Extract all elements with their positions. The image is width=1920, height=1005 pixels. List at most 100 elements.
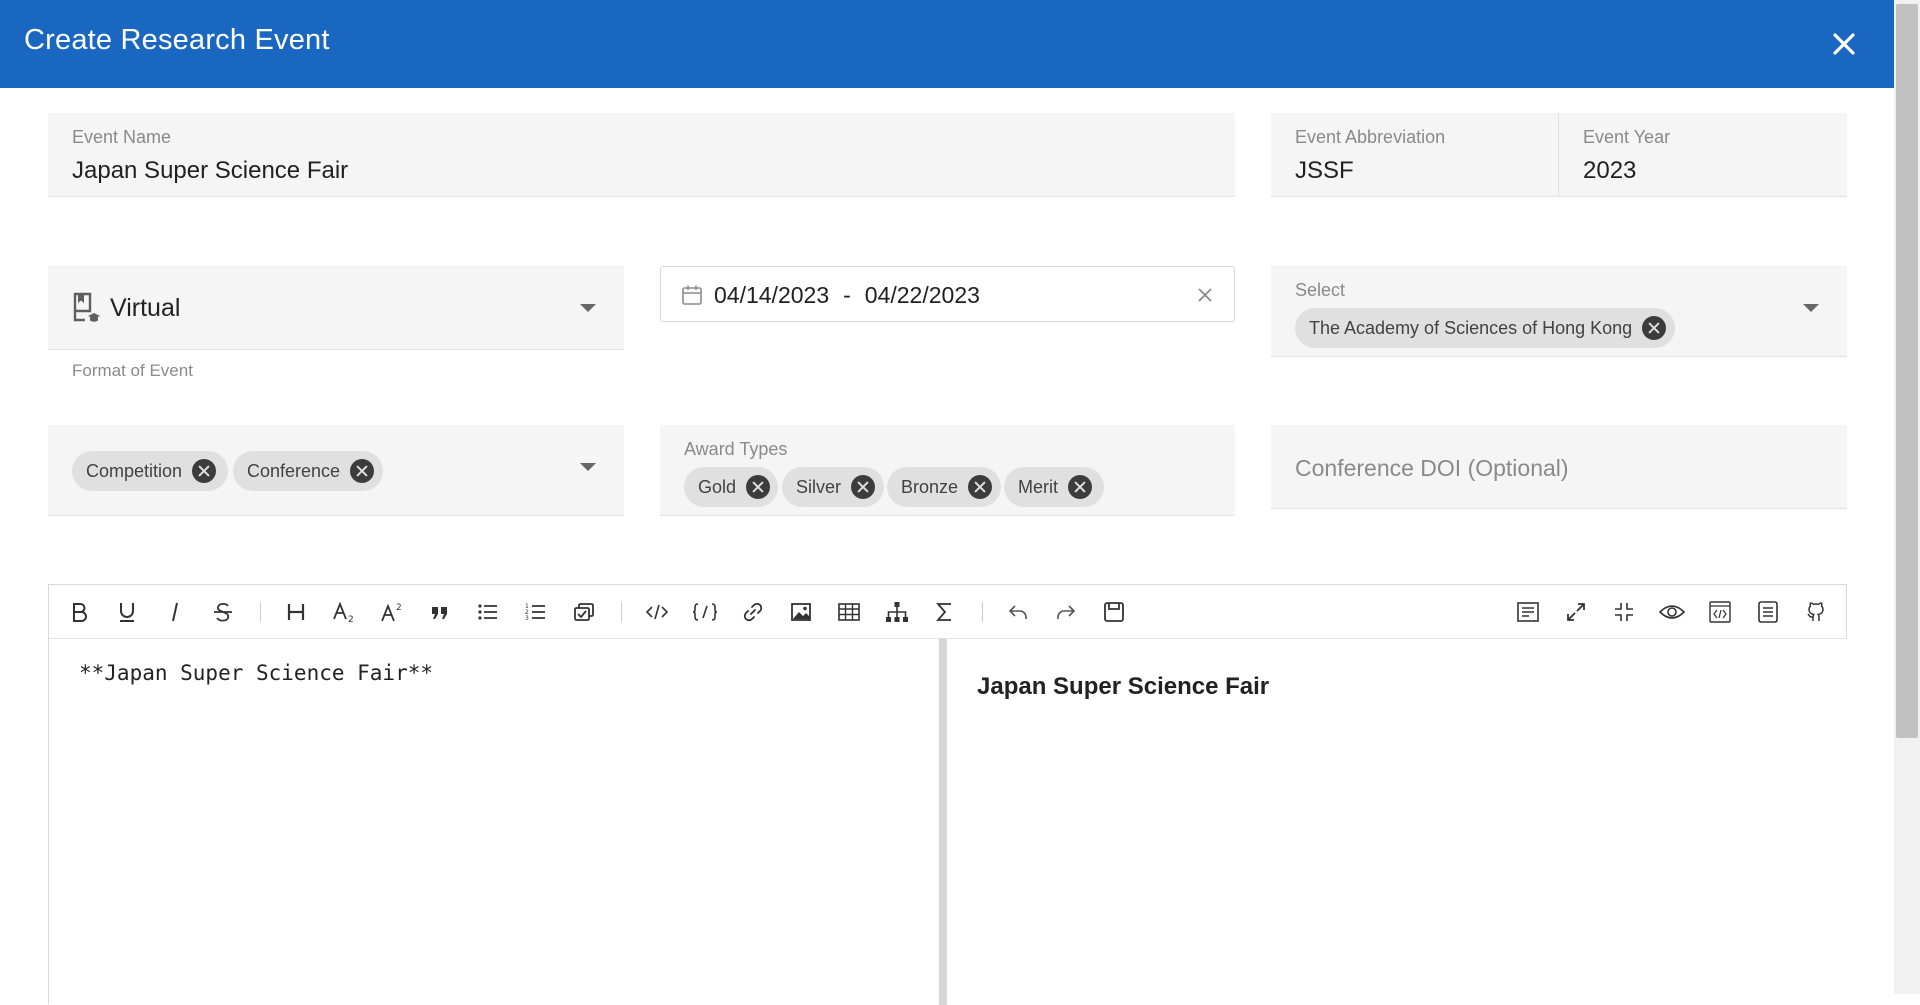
event-type-chip[interactable]: Conference	[233, 451, 383, 491]
conference-doi-field[interactable]: Conference DOI (Optional)	[1271, 425, 1847, 509]
link-button[interactable]	[739, 598, 767, 626]
page-fullscreen-button[interactable]	[1562, 598, 1590, 626]
ordered-list-button[interactable]: 123	[522, 598, 550, 626]
markdown-editor[interactable]: 2 2 123 **Japan Super Science Fair** Jap…	[48, 584, 1847, 1005]
date-separator: -	[843, 282, 851, 308]
fullscreen-button[interactable]	[1610, 598, 1638, 626]
format-dropdown-arrow[interactable]	[580, 304, 596, 312]
event-type-chip[interactable]: Competition	[72, 451, 228, 491]
unordered-list-button[interactable]	[474, 598, 502, 626]
bold-icon	[73, 603, 87, 622]
unordered-list-icon	[478, 604, 497, 620]
html-preview-icon	[1709, 601, 1731, 623]
underline-icon	[120, 603, 134, 622]
subscript-button[interactable]: 2	[330, 598, 358, 626]
event-type-select[interactable]: Competition Conference	[48, 425, 624, 516]
github-button[interactable]	[1802, 598, 1830, 626]
date-range-text[interactable]: 04/14/2023 - 04/22/2023	[714, 282, 980, 309]
svg-text:2: 2	[348, 615, 354, 623]
calendar-icon	[681, 284, 703, 306]
catalog-icon	[1517, 602, 1539, 622]
event-name-value: Japan Super Science Fair	[72, 157, 349, 184]
undo-button[interactable]	[1004, 598, 1032, 626]
award-types-label: Award Types	[684, 439, 788, 459]
chip-remove-icon[interactable]	[350, 459, 375, 483]
end-date[interactable]: 04/22/2023	[865, 282, 980, 309]
chip-label: The Academy of Sciences of Hong Kong	[1309, 317, 1633, 338]
chip-remove-icon[interactable]	[192, 459, 217, 483]
date-range-picker[interactable]: 04/14/2023 - 04/22/2023	[660, 266, 1235, 322]
format-select[interactable]: Virtual	[48, 266, 624, 350]
preview-button[interactable]	[1658, 598, 1686, 626]
italic-button[interactable]	[161, 598, 189, 626]
redo-button[interactable]	[1052, 598, 1080, 626]
award-type-chip[interactable]: Gold	[684, 467, 778, 507]
event-year-value: 2023	[1583, 157, 1637, 184]
event-abbreviation-field[interactable]: Event Abbreviation JSSF	[1271, 113, 1558, 197]
start-date[interactable]: 04/14/2023	[714, 282, 829, 309]
scrollbar-thumb[interactable]	[1896, 4, 1918, 738]
svg-text:3: 3	[525, 615, 529, 622]
diagram-icon	[886, 602, 908, 622]
clear-date-button[interactable]	[1194, 284, 1216, 306]
strikethrough-button[interactable]	[209, 598, 237, 626]
organizer-label: Select	[1295, 280, 1346, 300]
italic-icon	[172, 602, 178, 622]
toolbar-separator	[621, 602, 622, 622]
editor-split-divider[interactable]	[939, 639, 947, 1005]
catalog-button[interactable]	[1514, 598, 1542, 626]
organizer-select[interactable]: Select The Academy of Sciences of Hong K…	[1271, 266, 1847, 357]
close-button[interactable]	[1820, 20, 1868, 68]
event-abbreviation-value: JSSF	[1295, 157, 1354, 184]
outline-button[interactable]	[1754, 598, 1782, 626]
markdown-source-text[interactable]: **Japan Super Science Fair**	[79, 661, 433, 685]
close-icon	[1833, 33, 1855, 55]
code-block-button[interactable]	[691, 598, 719, 626]
heading-button[interactable]	[282, 598, 310, 626]
save-button[interactable]	[1100, 598, 1128, 626]
award-type-chip[interactable]: Bronze	[887, 467, 1001, 507]
bold-button[interactable]	[65, 598, 93, 626]
formula-icon	[936, 603, 951, 621]
link-icon	[743, 602, 763, 622]
virtual-event-icon	[72, 292, 102, 324]
chip-remove-icon[interactable]	[1642, 316, 1667, 340]
award-type-chip[interactable]: Merit	[1004, 467, 1104, 507]
table-button[interactable]	[835, 598, 863, 626]
quote-button[interactable]	[426, 598, 454, 626]
checklist-button[interactable]	[570, 598, 598, 626]
award-types-select[interactable]: Award Types Gold Silver Bronze Merit	[660, 425, 1235, 516]
strikethrough-icon	[214, 602, 232, 622]
redo-icon	[1057, 605, 1076, 619]
award-type-chip[interactable]: Silver	[782, 467, 884, 507]
organizer-chip[interactable]: The Academy of Sciences of Hong Kong	[1295, 308, 1675, 348]
event-type-dropdown-arrow[interactable]	[580, 463, 596, 471]
quote-icon	[432, 607, 447, 619]
event-name-field[interactable]: Event Name Japan Super Science Fair	[48, 113, 1235, 197]
organizer-dropdown-arrow[interactable]	[1803, 304, 1819, 312]
undo-icon	[1008, 605, 1027, 619]
editor-toolbar: 2 2 123	[49, 585, 1846, 639]
html-preview-button[interactable]	[1706, 598, 1734, 626]
image-button[interactable]	[787, 598, 815, 626]
markdown-source-pane[interactable]: **Japan Super Science Fair**	[49, 639, 939, 1005]
toolbar-separator	[260, 602, 261, 622]
chip-remove-icon[interactable]	[968, 475, 993, 499]
chip-remove-icon[interactable]	[1068, 475, 1092, 499]
chip-remove-icon[interactable]	[746, 475, 771, 499]
chip-remove-icon[interactable]	[851, 475, 876, 499]
ordered-list-icon: 123	[525, 603, 545, 622]
superscript-button[interactable]: 2	[378, 598, 406, 626]
toolbar-separator	[982, 602, 983, 622]
event-year-field[interactable]: Event Year 2023	[1559, 113, 1847, 197]
formula-button[interactable]	[931, 598, 959, 626]
markdown-preview-text: Japan Super Science Fair	[977, 673, 1270, 700]
github-icon	[1807, 602, 1824, 621]
chip-label: Competition	[86, 460, 183, 481]
code-button[interactable]	[643, 598, 671, 626]
diagram-button[interactable]	[883, 598, 911, 626]
format-value: Virtual	[110, 294, 181, 322]
svg-text:2: 2	[396, 603, 402, 613]
preview-icon	[1659, 605, 1685, 619]
underline-button[interactable]	[113, 598, 141, 626]
